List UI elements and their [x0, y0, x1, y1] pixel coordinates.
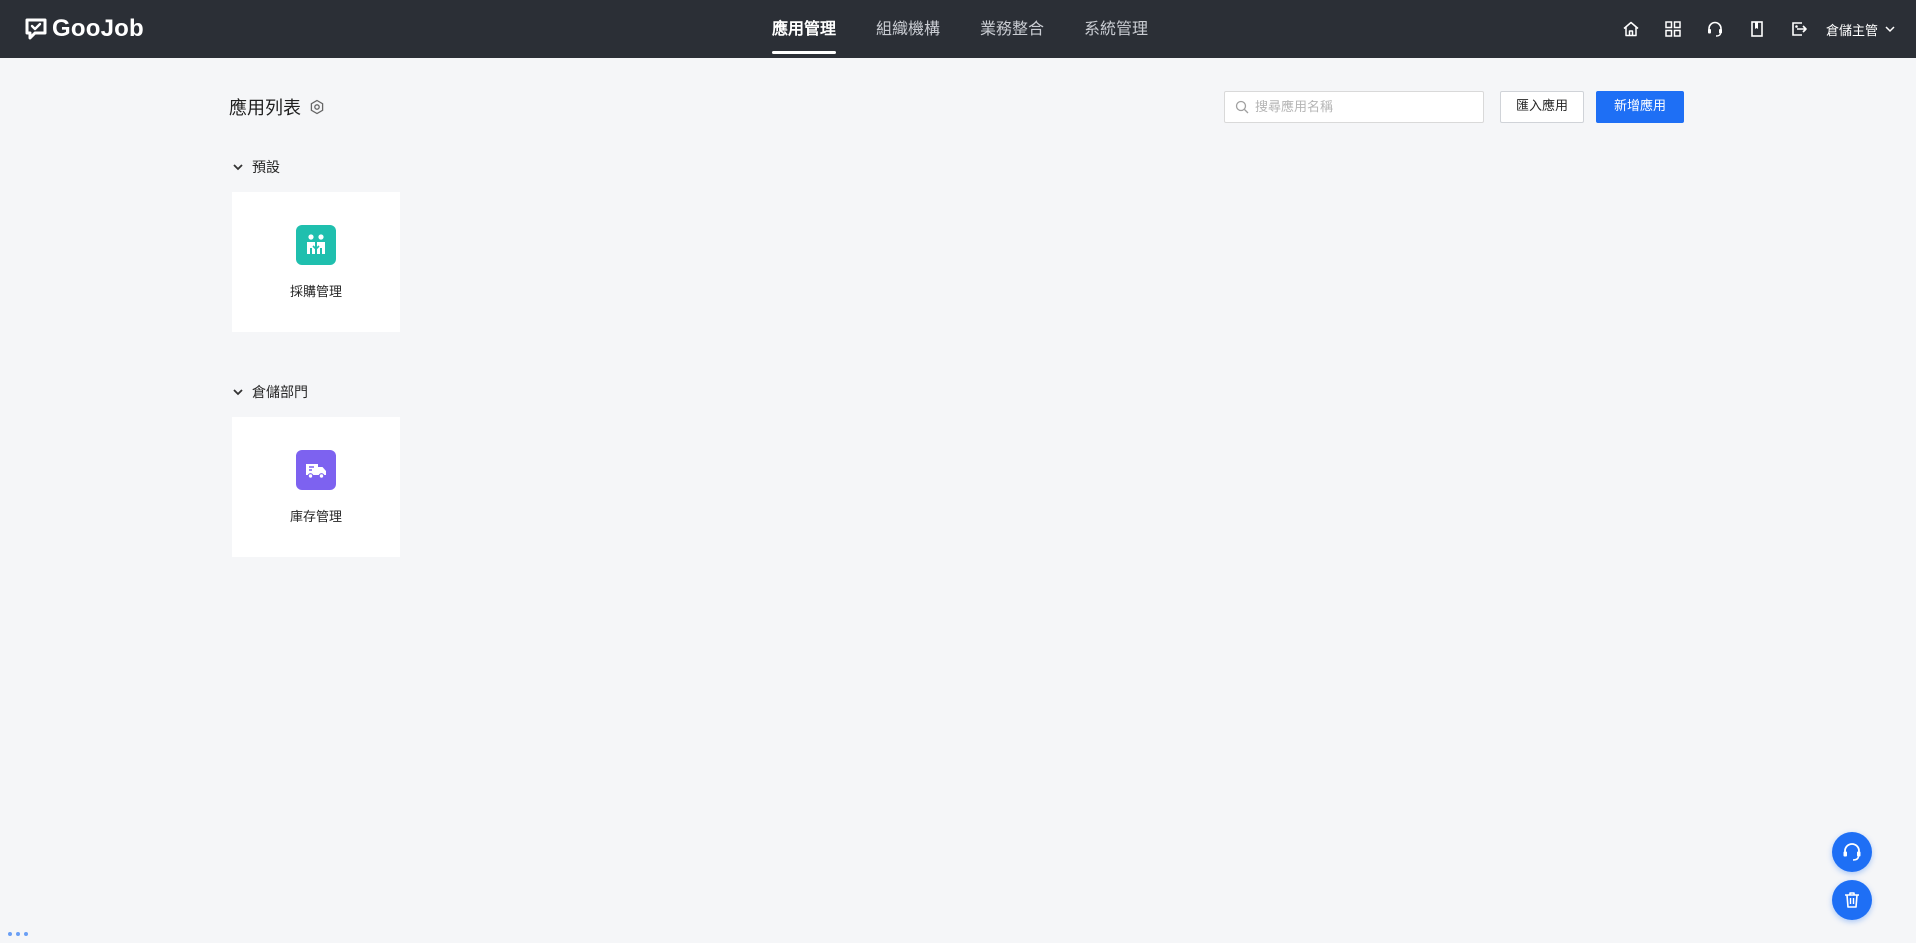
customer-support-button[interactable] — [1832, 832, 1872, 872]
nav-tab-app-management[interactable]: 應用管理 — [772, 0, 837, 58]
group-name: 倉儲部門 — [252, 385, 308, 401]
group-header-warehouse[interactable]: 倉儲部門 — [232, 382, 308, 402]
app-card-procurement[interactable]: 採購管理 — [232, 192, 400, 332]
nav-tab-business-integration[interactable]: 業務整合 — [980, 0, 1044, 58]
chevron-down-icon — [233, 389, 243, 396]
import-app-button[interactable]: 匯入應用 — [1500, 91, 1585, 123]
app-name: 採購管理 — [289, 285, 342, 300]
user-name: 倉儲主管 — [1825, 23, 1878, 39]
main-nav: 應用管理 組織機構 業務整合 系統管理 — [772, 0, 1148, 58]
chevron-down-icon — [233, 164, 243, 171]
support-icon[interactable] — [1694, 0, 1736, 58]
new-app-button[interactable]: 新增應用 — [1596, 91, 1684, 123]
support-icon — [1843, 843, 1861, 861]
user-menu[interactable]: 倉儲主管 — [1826, 20, 1896, 39]
recycle-bin-button[interactable] — [1832, 880, 1872, 920]
export-icon[interactable] — [1778, 0, 1820, 58]
page-title: 應用列表 — [229, 94, 325, 120]
loading-dots-icon — [8, 932, 28, 936]
app-name: 庫存管理 — [289, 510, 342, 525]
search-input[interactable] — [1255, 99, 1483, 115]
grid-apps-icon[interactable] — [1652, 0, 1694, 58]
truck-icon — [296, 450, 336, 490]
home-icon[interactable] — [1610, 0, 1652, 58]
book-icon[interactable] — [1736, 0, 1778, 58]
nav-tab-organization[interactable]: 組織機構 — [876, 0, 940, 58]
group-name: 預設 — [252, 160, 280, 176]
header-actions: 倉儲主管 — [1610, 0, 1896, 58]
brand-logo-text: GooJob — [52, 15, 144, 42]
settings-icon[interactable] — [309, 99, 325, 115]
page-title-text: 應用列表 — [229, 98, 301, 119]
app-search-box[interactable] — [1224, 91, 1484, 123]
chevron-down-icon — [1885, 26, 1895, 33]
group-header-default[interactable]: 預設 — [232, 157, 280, 177]
app-card-inventory[interactable]: 庫存管理 — [232, 417, 400, 557]
search-icon — [1235, 100, 1249, 114]
nav-tab-system-management[interactable]: 系統管理 — [1084, 0, 1148, 58]
top-navigation-bar: GooJob 應用管理 組織機構 業務整合 系統管理 倉儲主管 — [0, 0, 1916, 58]
chat-logo-icon — [25, 18, 47, 40]
brand-logo[interactable]: GooJob — [24, 14, 144, 44]
trash-icon — [1845, 892, 1859, 908]
handshake-icon — [296, 225, 336, 265]
